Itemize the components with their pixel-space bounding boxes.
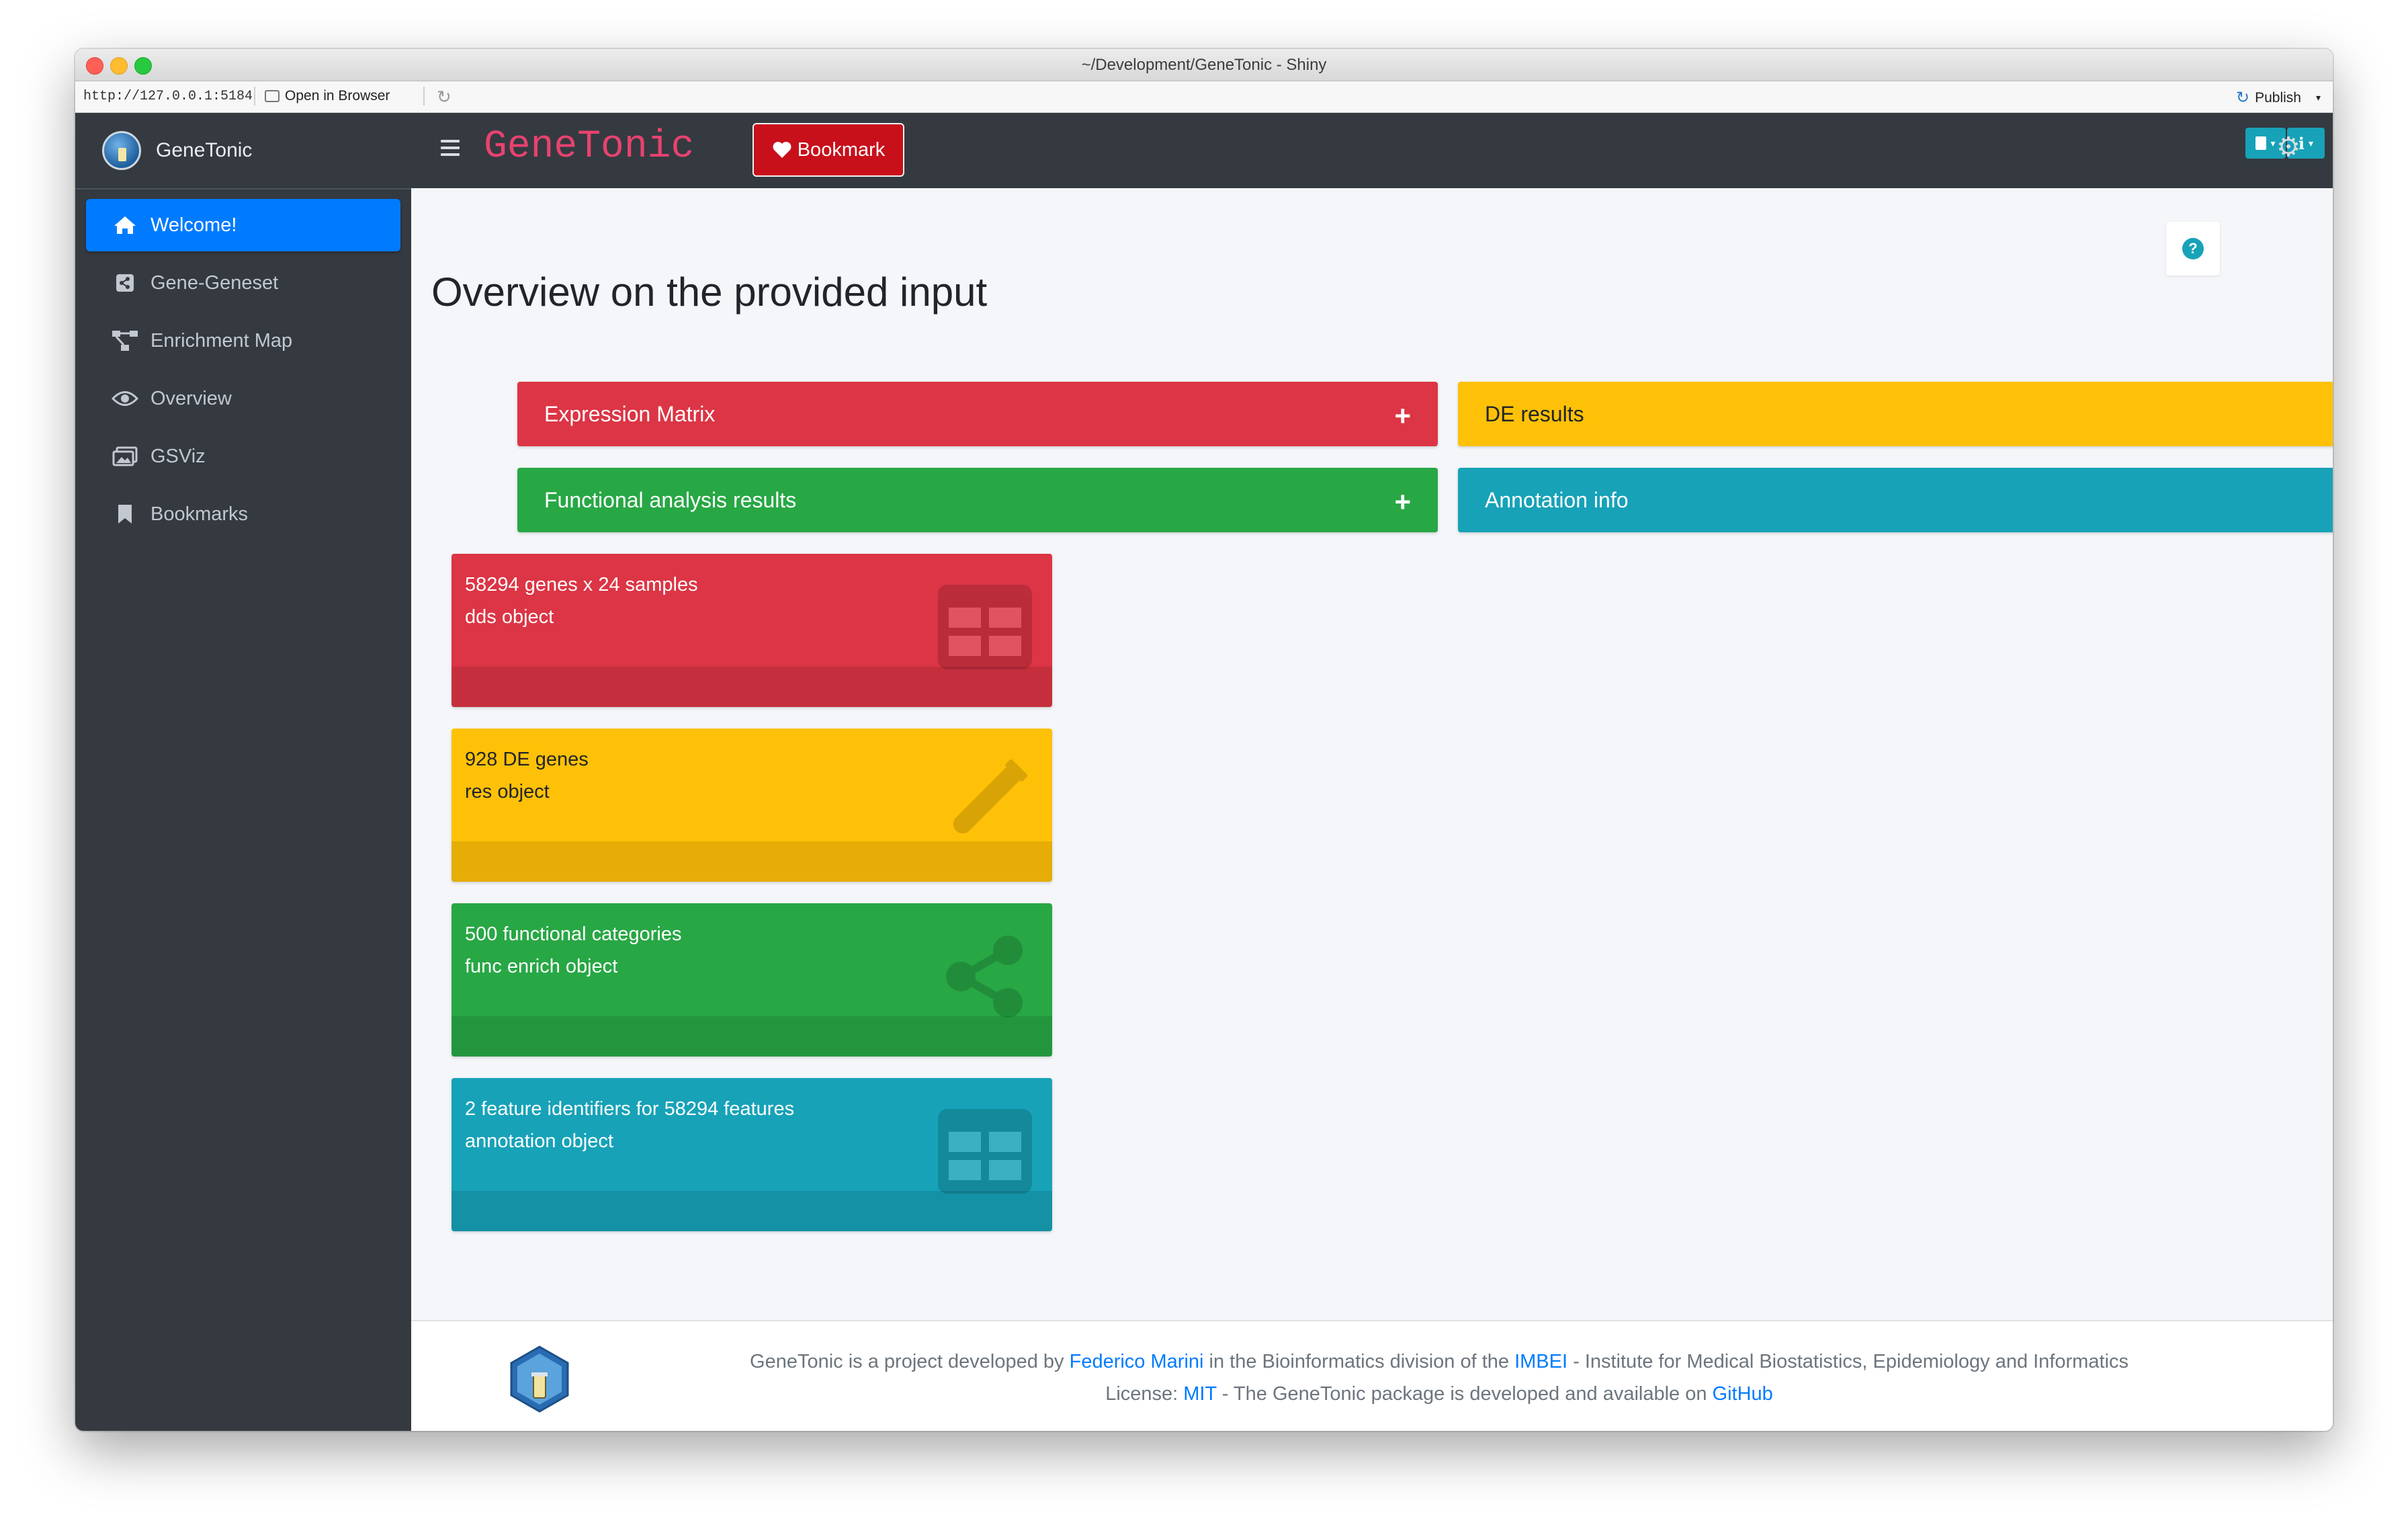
sidebar-item-label: Welcome!: [150, 214, 237, 236]
sidebar-nav: Welcome! Gene-Geneset Enrichment Map Ove…: [75, 190, 411, 555]
footer-text-part: - The GeneTonic package is developed and…: [1216, 1383, 1713, 1405]
sidebar-item-label: Bookmarks: [150, 503, 249, 525]
info-box-res: 928 DE genes res object: [452, 729, 1052, 882]
chevron-down-icon: ▾: [2309, 137, 2314, 149]
sidebar-item-gsviz[interactable]: GSViz: [86, 430, 400, 483]
share-alt-icon: [946, 936, 1023, 1018]
bookmark-button[interactable]: Bookmark: [752, 123, 904, 177]
panel-title: Functional analysis results: [544, 487, 797, 512]
sidebar-item-label: GSViz: [150, 445, 206, 467]
gears-icon[interactable]: ⚙: [2276, 132, 2300, 163]
info-box-dds: 58294 genes x 24 samples dds object: [452, 554, 1052, 707]
info-box-footer: [452, 1016, 1052, 1057]
main-content: ? Overview on the provided input Express…: [411, 188, 2333, 1320]
footer-line-2: License: MIT - The GeneTonic package is …: [546, 1378, 2333, 1410]
footer-text-part: - Institute for Medical Biostatistics, E…: [1567, 1351, 2128, 1372]
viewer-toolbar: http://127.0.0.1:5184 Open in Browser ↻ …: [75, 81, 2333, 113]
viewer-url[interactable]: http://127.0.0.1:5184: [83, 89, 253, 104]
brand-link[interactable]: GeneTonic: [75, 113, 411, 190]
question-circle-icon: ?: [2182, 238, 2204, 259]
home-icon: [112, 215, 138, 235]
genetonic-logo: [102, 131, 141, 170]
brand-name: GeneTonic: [156, 139, 253, 161]
de-results-panel[interactable]: DE results +: [1458, 382, 2333, 446]
plus-icon[interactable]: +: [1394, 400, 1411, 432]
toolbar-divider: [254, 87, 255, 106]
chevron-down-icon: ▾: [2270, 137, 2276, 149]
sidebar-item-welcome[interactable]: Welcome!: [86, 199, 400, 251]
eye-icon: [112, 390, 138, 407]
license-link[interactable]: MIT: [1183, 1383, 1216, 1405]
sidebar-item-enrichment-map[interactable]: Enrichment Map: [86, 315, 400, 367]
panel-title: Annotation info: [1485, 487, 1629, 512]
vial-icon: [953, 759, 1028, 834]
bookmark-label: Bookmark: [797, 138, 886, 161]
info-box-line1: 2 feature identifiers for 58294 features: [465, 1098, 795, 1120]
author-link[interactable]: Federico Marini: [1070, 1351, 1204, 1372]
info-box-line1: 500 functional categories: [465, 923, 682, 945]
refresh-icon[interactable]: ↻: [437, 87, 452, 108]
top-navbar: GeneTonic Bookmark ▾ i ▾ ⚙: [411, 113, 2333, 188]
panel-title: Expression Matrix: [544, 401, 716, 426]
open-in-browser-label: Open in Browser: [285, 88, 390, 104]
open-in-browser-button[interactable]: Open in Browser: [265, 88, 390, 104]
footer-text: GeneTonic is a project developed by Fede…: [546, 1346, 2333, 1410]
info-box-func-enrich: 500 functional categories func enrich ob…: [452, 903, 1052, 1057]
app-window: ~/Development/GeneTonic - Shiny http://1…: [75, 49, 2333, 1431]
panel-title: DE results: [1485, 401, 1584, 426]
info-box-footer: [452, 667, 1052, 707]
bookmark-icon: [112, 503, 138, 525]
info-box-footer: [452, 841, 1052, 882]
info-box-line2: dds object: [465, 606, 554, 628]
info-box-line2: func enrich object: [465, 956, 618, 977]
table-icon: [938, 585, 1032, 669]
plus-icon[interactable]: +: [1394, 486, 1411, 518]
sidebar: GeneTonic Welcome! Gene-Geneset Enrichme…: [75, 113, 411, 1431]
page-title: Overview on the provided input: [431, 270, 988, 315]
footer-line-1: GeneTonic is a project developed by Fede…: [546, 1346, 2333, 1378]
heart-icon: [773, 142, 791, 158]
sidebar-item-gene-geneset[interactable]: Gene-Geneset: [86, 257, 400, 309]
toolbar-divider: [423, 87, 425, 106]
page-footer: GeneTonic is a project developed by Fede…: [411, 1320, 2333, 1431]
footer-text-part: GeneTonic is a project developed by: [750, 1351, 1070, 1372]
sidebar-item-overview[interactable]: Overview: [86, 372, 400, 425]
app-title: GeneTonic: [484, 125, 695, 169]
info-box-line1: 58294 genes x 24 samples: [465, 574, 698, 595]
book-icon: [2255, 136, 2267, 150]
project-diagram-icon: [112, 330, 138, 351]
images-icon: [112, 446, 138, 466]
info-box-footer: [452, 1191, 1052, 1231]
imbei-link[interactable]: IMBEI: [1514, 1351, 1567, 1372]
sidebar-item-label: Enrichment Map: [150, 329, 293, 351]
hamburger-menu-icon[interactable]: [441, 140, 460, 156]
chevron-down-icon: ▾: [2315, 92, 2321, 103]
info-box-annotation: 2 feature identifiers for 58294 features…: [452, 1078, 1052, 1231]
expression-matrix-panel[interactable]: Expression Matrix +: [517, 382, 1438, 446]
help-button[interactable]: ?: [2166, 222, 2220, 276]
info-box-line2: res object: [465, 781, 550, 802]
window-title: ~/Development/GeneTonic - Shiny: [1081, 56, 1327, 74]
footer-text-part: in the Bioinformatics division of the: [1203, 1351, 1515, 1372]
sidebar-item-bookmarks[interactable]: Bookmarks: [86, 488, 400, 540]
info-box-line2: annotation object: [465, 1130, 613, 1152]
browser-window-icon: [265, 90, 280, 102]
functional-analysis-panel[interactable]: Functional analysis results +: [517, 468, 1438, 532]
publish-icon: ↻: [2235, 89, 2250, 107]
window-titlebar: ~/Development/GeneTonic - Shiny: [75, 49, 2333, 81]
table-icon: [938, 1109, 1032, 1194]
footer-text-part: License:: [1105, 1383, 1184, 1405]
sidebar-item-label: Overview: [150, 387, 232, 409]
github-link[interactable]: GitHub: [1713, 1383, 1773, 1405]
annotation-info-panel[interactable]: Annotation info +: [1458, 468, 2333, 532]
sidebar-item-label: Gene-Geneset: [150, 272, 279, 294]
share-square-icon: [112, 273, 138, 293]
info-box-line1: 928 DE genes: [465, 749, 589, 770]
publish-button[interactable]: ↻ Publish ▾: [2236, 88, 2321, 108]
publish-label: Publish: [2255, 89, 2301, 106]
